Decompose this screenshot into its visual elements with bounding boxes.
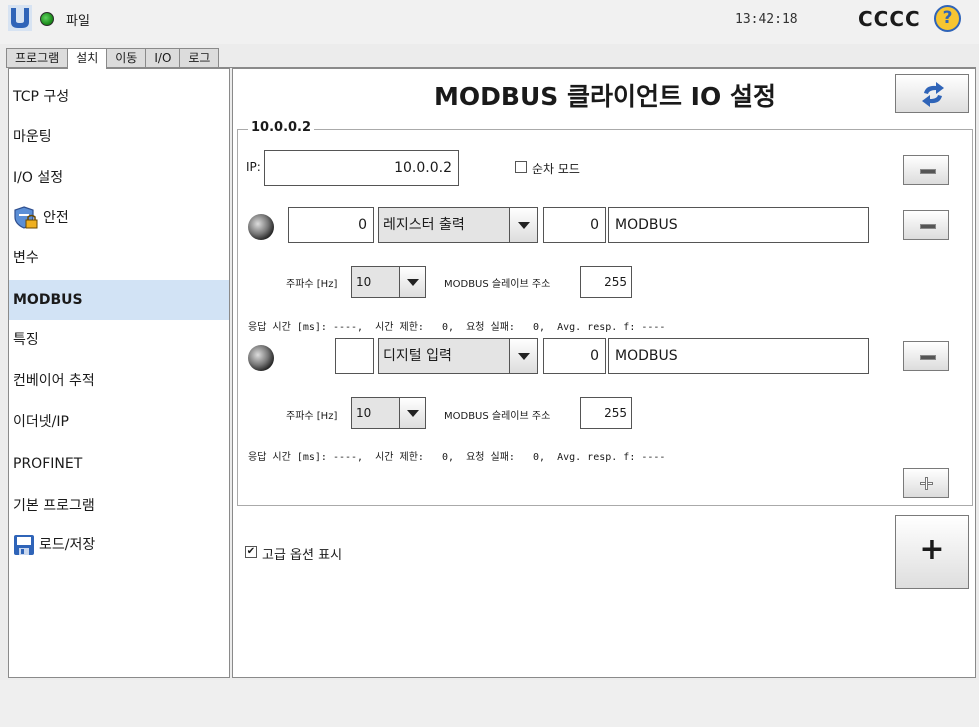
- chevron-down-icon[interactable]: [509, 208, 537, 242]
- frequency-label: 주파수 [Hz]: [286, 411, 338, 422]
- frequency-label: 주파수 [Hz]: [286, 279, 338, 290]
- signal-name-input[interactable]: MODBUS: [608, 207, 869, 243]
- sidebar-item-label: MODBUS: [13, 292, 83, 308]
- sidebar-item-label: 로드/저장: [39, 537, 96, 553]
- help-icon[interactable]: ?: [934, 5, 961, 32]
- signal-status-led-icon: [248, 345, 274, 371]
- sidebar-item-tcp[interactable]: TCP 구성: [9, 77, 229, 117]
- signal-name-input[interactable]: MODBUS: [608, 338, 869, 374]
- page-title: MODBUS 클라이언트 IO 설정: [434, 82, 776, 111]
- sidebar-item-conveyor[interactable]: 컨베이어 추적: [9, 361, 229, 401]
- remove-server-button[interactable]: [903, 155, 949, 185]
- signal-address-input[interactable]: 0: [543, 207, 606, 243]
- add-signal-button[interactable]: [903, 468, 949, 498]
- sidebar-item-label: 마운팅: [13, 129, 52, 145]
- plus-icon-stem: [925, 477, 928, 490]
- file-menu[interactable]: 파일: [66, 10, 90, 29]
- server-ip-label: 10.0.0.2: [248, 120, 315, 135]
- floppy-disk-icon: [14, 535, 34, 555]
- sidebar-item-label: 이더넷/IP: [13, 414, 69, 430]
- refresh-icon: [922, 82, 944, 107]
- sidebar: TCP 구성 마운팅 I/O 설정 안전 변수 MODBUS 특징 컨베이어 추…: [8, 68, 230, 678]
- sidebar-item-variables[interactable]: 변수: [9, 238, 229, 278]
- frequency-dropdown[interactable]: 10: [351, 266, 426, 298]
- tab-move[interactable]: 이동: [106, 48, 147, 68]
- sidebar-item-label: PROFINET: [13, 456, 83, 472]
- remove-signal-button[interactable]: [903, 341, 949, 371]
- signal-status-led-icon: [248, 214, 274, 240]
- sidebar-item-label: 기본 프로그램: [13, 498, 95, 514]
- remove-signal-button[interactable]: [903, 210, 949, 240]
- slave-address-input[interactable]: 255: [580, 266, 632, 298]
- sequential-mode-checkbox[interactable]: [515, 161, 527, 173]
- sidebar-item-ethernet-ip[interactable]: 이더넷/IP: [9, 402, 229, 442]
- frequency-value: 10: [356, 275, 372, 289]
- signal-type-value: 레지스터 출력: [383, 217, 465, 233]
- slave-address-label: MODBUS 슬레이브 주소: [444, 411, 551, 422]
- signal-address-input[interactable]: 0: [543, 338, 606, 374]
- sidebar-item-label: 컨베이어 추적: [13, 373, 95, 389]
- slave-address-input[interactable]: 255: [580, 397, 632, 429]
- shield-lock-icon: [14, 206, 38, 229]
- frequency-dropdown[interactable]: 10: [351, 397, 426, 429]
- sidebar-item-io-setup[interactable]: I/O 설정: [9, 158, 229, 198]
- refresh-button[interactable]: [895, 74, 969, 113]
- advanced-options-checkbox[interactable]: ✔: [245, 546, 257, 558]
- tab-program[interactable]: 프로그램: [6, 48, 69, 68]
- signal-stats: 응답 시간 [ms]: ----, 시간 제한: 0, 요청 실패: 0, Av…: [248, 322, 666, 333]
- frequency-value: 10: [356, 406, 372, 420]
- signal-number-input[interactable]: [335, 338, 374, 374]
- signal-stats: 응답 시간 [ms]: ----, 시간 제한: 0, 요청 실패: 0, Av…: [248, 452, 666, 463]
- sidebar-item-label: TCP 구성: [13, 89, 70, 105]
- signal-type-dropdown[interactable]: 디지털 입력: [378, 338, 538, 374]
- sidebar-item-features[interactable]: 특징: [9, 320, 229, 360]
- sidebar-item-modbus[interactable]: MODBUS: [9, 280, 229, 320]
- slave-address-label: MODBUS 슬레이브 주소: [444, 279, 551, 290]
- robot-status-icon[interactable]: [40, 12, 54, 26]
- chevron-down-icon[interactable]: [509, 339, 537, 373]
- tab-installation[interactable]: 설치: [67, 48, 108, 69]
- sequential-mode-label: 순차 모드: [532, 162, 580, 176]
- ip-label: IP:: [246, 160, 261, 174]
- ur-logo-icon: [8, 5, 32, 31]
- signal-type-value: 디지털 입력: [383, 348, 452, 364]
- clock: 13:42:18: [735, 12, 798, 27]
- modbus-panel: MODBUS 클라이언트 IO 설정 10.0.0.2 IP: 10.0.0.2…: [232, 68, 976, 678]
- robot-name: CCCC: [858, 7, 921, 31]
- sidebar-item-label: I/O 설정: [13, 170, 64, 186]
- top-bar: 파일 13:42:18 CCCC ?: [0, 0, 979, 44]
- sidebar-item-profinet[interactable]: PROFINET: [9, 444, 229, 484]
- signal-type-dropdown[interactable]: 레지스터 출력: [378, 207, 538, 243]
- main-tabs: 프로그램 설치 이동 I/O 로그: [6, 48, 220, 69]
- ip-input[interactable]: 10.0.0.2: [264, 150, 459, 186]
- signal-number-input[interactable]: 0: [288, 207, 374, 243]
- tab-log[interactable]: 로그: [179, 48, 220, 68]
- modbus-server-group: 10.0.0.2 IP: 10.0.0.2 순차 모드 0 레지스터 출력 0 …: [237, 120, 973, 506]
- sidebar-item-default-program[interactable]: 기본 프로그램: [9, 486, 229, 526]
- sidebar-item-label: 안전: [43, 210, 69, 226]
- sidebar-item-label: 변수: [13, 250, 39, 266]
- chevron-down-icon[interactable]: [399, 267, 425, 297]
- add-server-button[interactable]: +: [895, 515, 969, 589]
- sidebar-item-safety[interactable]: 안전: [9, 198, 229, 238]
- sidebar-item-mounting[interactable]: 마운팅: [9, 117, 229, 157]
- tab-io[interactable]: I/O: [145, 48, 181, 68]
- sidebar-item-load-save[interactable]: 로드/저장: [9, 525, 229, 565]
- advanced-options-label: 고급 옵션 표시: [262, 548, 343, 563]
- footer-bar: [0, 680, 979, 727]
- chevron-down-icon[interactable]: [399, 398, 425, 428]
- sidebar-item-label: 특징: [13, 332, 39, 348]
